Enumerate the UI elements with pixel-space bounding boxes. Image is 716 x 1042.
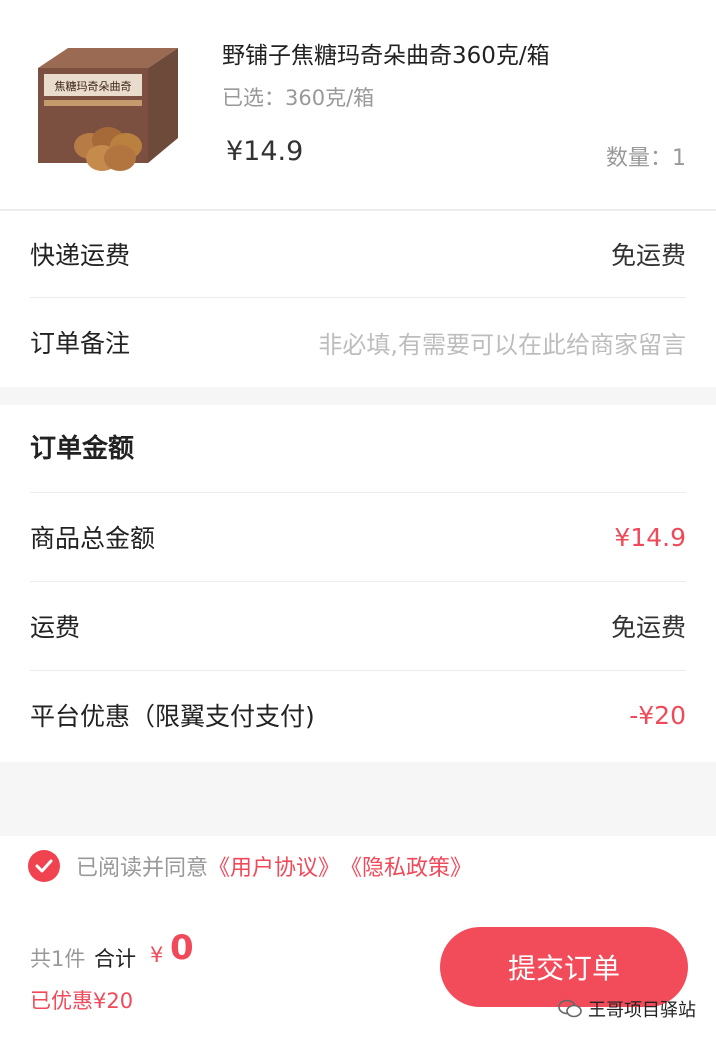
saved-amount: 已优惠¥20: [30, 989, 134, 1013]
freight-row: 运费 免运费: [30, 582, 686, 670]
remark-input[interactable]: 非必填,有需要可以在此给商家留言: [318, 325, 686, 360]
watermark-text: 王哥项目驿站: [588, 1000, 696, 1021]
total-currency: ¥: [150, 943, 164, 967]
product-card[interactable]: 焦糖玛奇朵曲奇 野铺子焦糖玛奇朵曲奇360克/箱 已选：360克/箱 ¥14.9…: [0, 0, 716, 211]
box-brand-text: 焦糖玛奇朵曲奇: [55, 79, 132, 93]
total-amount: 0: [170, 928, 194, 968]
platform-discount-value: -¥20: [629, 700, 686, 730]
goods-total-label: 商品总金额: [30, 524, 156, 553]
shipping-label: 快递运费: [30, 241, 131, 270]
remark-row[interactable]: 订单备注 非必填,有需要可以在此给商家留言: [30, 298, 686, 386]
item-count: 共1件: [30, 947, 86, 971]
goods-total-row: 商品总金额 ¥14.9: [30, 493, 686, 581]
section-gap: [0, 762, 716, 836]
user-agreement-link[interactable]: 《用户协议》: [208, 850, 340, 882]
agreement-row: 已阅读并同意 《用户协议》 《隐私政策》: [28, 838, 472, 894]
goods-total-value: ¥14.9: [614, 522, 686, 552]
remark-label: 订单备注: [30, 329, 131, 358]
freight-label: 运费: [30, 613, 81, 642]
submit-order-button[interactable]: 提交订单: [440, 927, 688, 1007]
product-title: 野铺子焦糖玛奇朵曲奇360克/箱: [222, 43, 550, 69]
privacy-policy-link[interactable]: 《隐私政策》: [340, 850, 472, 882]
platform-discount-label: 平台优惠（限翼支付支付): [30, 702, 315, 731]
platform-discount-row: 平台优惠（限翼支付支付) -¥20: [30, 671, 686, 759]
section-gap: [0, 387, 716, 405]
check-icon: [35, 859, 53, 873]
product-quantity: 数量：1: [606, 146, 686, 171]
product-image[interactable]: 焦糖玛奇朵曲奇: [28, 28, 198, 188]
wechat-icon: [558, 999, 582, 1018]
shipping-row: 快递运费 免运费: [30, 210, 686, 298]
product-price: ¥14.9: [226, 136, 304, 167]
shipping-value: 免运费: [610, 241, 686, 270]
agreement-checkbox[interactable]: [28, 850, 60, 882]
watermark: 王哥项目驿站: [558, 996, 696, 1022]
total-label: 合计: [94, 947, 136, 971]
product-spec: 已选：360克/箱: [222, 86, 375, 110]
agreement-text: 已阅读并同意: [76, 856, 209, 881]
order-amount-title: 订单金额: [30, 434, 135, 464]
freight-value: 免运费: [610, 613, 686, 642]
